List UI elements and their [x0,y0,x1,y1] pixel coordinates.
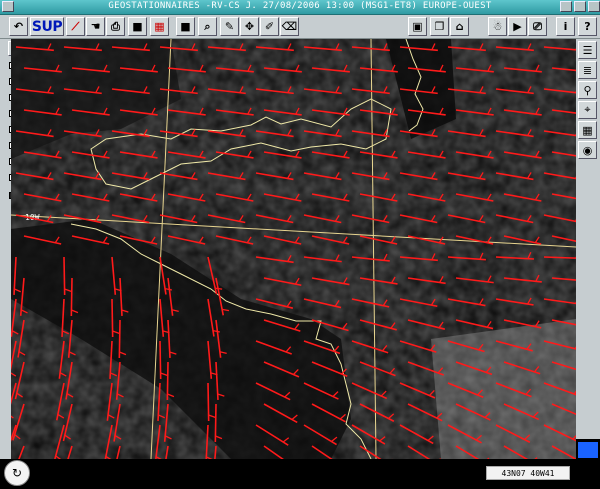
fill-black-button[interactable]: ■ [128,17,147,36]
edit-icon: ✐ [264,20,275,33]
window-icon: ❐ [434,20,445,33]
info-button[interactable]: i [556,17,575,36]
person-button[interactable]: ☃ [488,17,507,36]
scroll-corner[interactable] [578,442,598,458]
edit-button[interactable]: ✐ [260,17,279,36]
rotate-arrow-icon: ↻ [11,466,23,480]
window-title: GEOSTATIONNAIRES -RV-CS J. 27/08/2006 13… [108,1,492,11]
cursor-button[interactable]: ☚ [86,17,105,36]
stack-icon: ≣ [582,63,593,77]
screen-icon: ⎚ [533,20,542,33]
map-icon: ⌂ [455,20,464,33]
coordinate-readout: 43N07 40W41 [486,466,570,480]
globe-button[interactable]: ◉ [578,141,597,159]
print-button[interactable]: ⎙ [106,17,125,36]
run-button[interactable]: ⚲ [578,81,597,99]
window-button[interactable]: ❐ [430,17,449,36]
map-canvas[interactable]: 10W [11,39,576,459]
undo-button[interactable]: ↶ [9,17,28,36]
stack-button[interactable]: ≣ [578,61,597,79]
person-icon: ☃ [492,20,503,33]
satellite-button[interactable]: ⌖ [578,101,597,119]
palette-button[interactable]: ▦ [150,17,169,36]
satellite-icon: ⌖ [584,103,591,116]
draw-button[interactable]: ✎ [220,17,239,36]
minimize-icon[interactable] [560,1,572,12]
printer-icon: ⎙ [111,20,120,33]
running-man-icon: ⚲ [583,83,592,97]
info-icon: i [563,20,568,33]
grid-icon: ▦ [582,123,593,137]
palette-icon: ▦ [154,20,165,33]
right-panel: ☰ ≣ ⚲ ⌖ ▦ ◉ [576,39,600,439]
title-bar: GEOSTATIONNAIRES -RV-CS J. 27/08/2006 13… [0,0,600,15]
play-button[interactable]: ▶ [508,17,527,36]
pan-button[interactable]: ✥ [240,17,259,36]
frame-icon: ▣ [412,20,423,33]
help-button[interactable]: ? [578,17,597,36]
square-icon: ■ [132,20,143,33]
screen-button[interactable]: ⎚ [528,17,547,36]
origin-button[interactable]: ↻ [4,460,30,486]
layers-button[interactable]: ☰ [578,41,597,59]
grid-button[interactable]: ▦ [578,121,597,139]
satellite-map[interactable]: 10W [11,39,576,459]
wind-barb-button[interactable]: ⟋ [66,17,85,36]
eraser-icon: ⌫ [281,20,298,33]
wind-barb-icon: ⟋ [71,20,80,33]
globe-icon: ◉ [582,143,593,157]
undo-arrow-icon: ↶ [13,20,24,33]
cloud-area-se [431,319,576,459]
maximize-icon[interactable] [574,1,586,12]
layers-icon: ☰ [582,43,593,57]
map-button[interactable]: ⌂ [450,17,469,36]
frame-button[interactable]: ▣ [408,17,427,36]
toolbar: ↶ SUP ⟋ ☚ ⎙ ■ ▦ ■ ⌕ ✎ ✥ ✐ ⌫ ▣ ❐ ⌂ ☃ ▶ ⎚ … [0,15,600,39]
magnifier-icon: ⌕ [204,20,211,33]
sup-button[interactable]: SUP [30,17,64,36]
play-icon: ▶ [513,20,522,33]
black-square-icon: ■ [180,20,191,33]
help-icon: ? [584,20,591,33]
close-icon[interactable] [588,1,600,12]
clear-button[interactable]: ⌫ [280,17,299,36]
pencil-icon: ✎ [224,20,235,33]
zoom-button[interactable]: ⌕ [198,17,217,36]
pointer-icon: ☚ [90,20,101,33]
black-square-button[interactable]: ■ [176,17,195,36]
move-icon: ✥ [244,20,255,33]
